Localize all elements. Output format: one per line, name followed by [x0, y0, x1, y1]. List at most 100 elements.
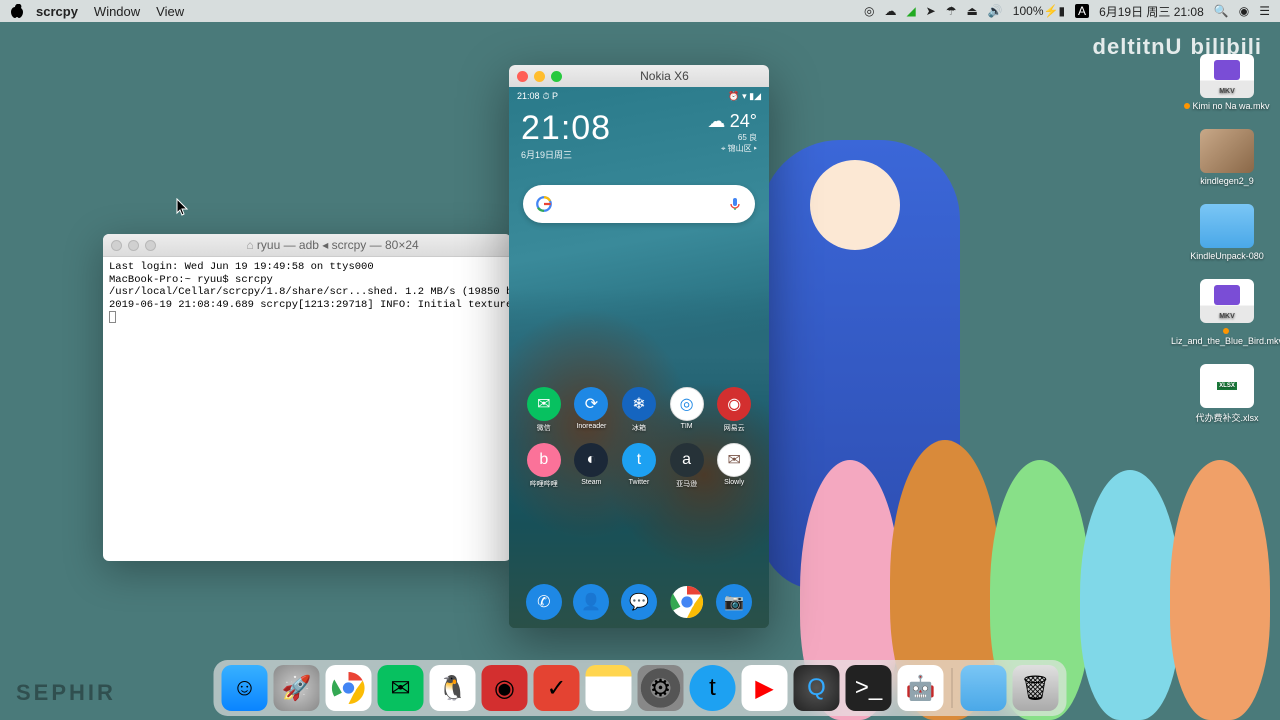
clock-widget[interactable]: 21:08 6月19日周三	[521, 109, 611, 161]
app-label: Inoreader	[576, 423, 606, 430]
scrcpy-title: Nokia X6	[568, 69, 761, 83]
app-label: TIM	[681, 423, 693, 430]
app-icon: ◎	[670, 387, 704, 421]
zoom-button[interactable]	[551, 71, 562, 82]
app-TIM[interactable]: ◎ TIM	[666, 387, 708, 433]
mouse-cursor	[176, 198, 190, 216]
app-label: 亚马逊	[676, 479, 697, 489]
app-icon: ✉	[527, 387, 561, 421]
clock[interactable]: 6月19日 周三 21:08	[1099, 3, 1204, 20]
siri-icon[interactable]: ◉	[1239, 4, 1249, 18]
chrome-app[interactable]	[669, 584, 705, 620]
desktop-icon-label: Liz_and_the_Blue_Bird.mkv	[1171, 326, 1280, 346]
contacts-app[interactable]: 👤	[573, 584, 609, 620]
eject-icon[interactable]: ⏏	[967, 4, 978, 18]
desktop-icon-label: Kimi no Na wa.mkv	[1184, 101, 1269, 111]
sync-icon[interactable]: ☁	[884, 4, 896, 18]
battery-status[interactable]: 100% ⚡▮	[1013, 4, 1065, 18]
watermark-bottom: SEPHIR	[16, 680, 116, 706]
app-icon: b	[527, 443, 561, 477]
weather-widget[interactable]: ☁ 24° 65 良 ⌖ 锦山区 ▸	[707, 111, 757, 154]
dock-finder[interactable]: ☺	[222, 665, 268, 711]
scrcpy-window[interactable]: Nokia X6 21:08⏱ P ⏰ ▾ ▮◢ 21:08 6月19日周三 ☁…	[509, 65, 769, 628]
terminal-body[interactable]: Last login: Wed Jun 19 19:49:58 on ttys0…	[103, 257, 511, 332]
dock-notes[interactable]	[586, 665, 632, 711]
menu-window[interactable]: Window	[94, 4, 140, 19]
folder-icon	[1200, 204, 1254, 248]
app-Steam[interactable]: ◐ Steam	[571, 443, 613, 489]
desktop-icon-label: 代办费补交.xlsx	[1195, 411, 1258, 424]
app-Inoreader[interactable]: ⟳Inoreader	[571, 387, 613, 433]
android-statusbar: 21:08⏱ P ⏰ ▾ ▮◢	[509, 87, 769, 105]
phone-screen[interactable]: 21:08⏱ P ⏰ ▾ ▮◢ 21:08 6月19日周三 ☁ 24° 65 良…	[509, 87, 769, 628]
app-哔哩哔哩[interactable]: b哔哩哔哩	[523, 443, 565, 489]
scrcpy-titlebar[interactable]: Nokia X6	[509, 65, 769, 87]
umbrella-icon[interactable]: ☂	[946, 4, 957, 18]
dock-trash[interactable]: 🗑	[1013, 665, 1059, 711]
app-icon: ❄	[622, 387, 656, 421]
dock-terminal[interactable]: >_	[846, 665, 892, 711]
apple-menu-icon[interactable]	[10, 4, 24, 18]
google-logo-icon	[535, 195, 553, 213]
dock-folder[interactable]	[961, 665, 1007, 711]
dock-twitter[interactable]: t	[690, 665, 736, 711]
desktop-icon-label: KindleUnpack-080	[1190, 251, 1264, 261]
dock-android[interactable]: 🤖	[898, 665, 944, 711]
close-button[interactable]	[517, 71, 528, 82]
close-button[interactable]	[111, 240, 122, 251]
location-icon[interactable]: ➤	[926, 4, 936, 18]
menubar: scrcpy Window View ◎ ☁ ◢ ➤ ☂ ⏏ 🔊 100% ⚡▮…	[0, 0, 1280, 22]
google-search-bar[interactable]	[523, 185, 755, 223]
network-icon[interactable]: ◢	[906, 4, 915, 18]
desktop-icon[interactable]: kindlegen2_9	[1182, 129, 1272, 186]
desktop-icon[interactable]: 代办费补交.xlsx	[1182, 364, 1272, 424]
app-icon: ✉	[717, 443, 751, 477]
app-网易云[interactable]: ◉网易云	[713, 387, 755, 433]
app-label: Slowly	[724, 479, 744, 486]
volume-icon[interactable]: 🔊	[988, 4, 1003, 18]
minimize-button[interactable]	[128, 240, 139, 251]
desktop-icons: Kimi no Na wa.mkv kindlegen2_9 KindleUnpac…	[1182, 54, 1272, 424]
desktop-icon[interactable]: Liz_and_the_Blue_Bird.mkv	[1182, 279, 1272, 346]
img-icon	[1200, 129, 1254, 173]
app-label: 冰箱	[632, 423, 646, 433]
mkv-icon	[1200, 279, 1254, 323]
input-source-icon[interactable]: A	[1075, 4, 1089, 18]
dock-wechat[interactable]: ✉	[378, 665, 424, 711]
desktop-icon[interactable]: KindleUnpack-080	[1182, 204, 1272, 261]
dock-todoist[interactable]: ✓	[534, 665, 580, 711]
minimize-button[interactable]	[534, 71, 545, 82]
spotlight-icon[interactable]: 🔍	[1214, 4, 1229, 18]
app-微信[interactable]: ✉ 微信	[523, 387, 565, 433]
notification-center-icon[interactable]: ☰	[1259, 4, 1270, 18]
dock-launchpad[interactable]: 🚀	[274, 665, 320, 711]
app-label: 微信	[537, 423, 551, 433]
app-Slowly[interactable]: ✉ Slowly	[713, 443, 755, 489]
messages-app[interactable]: 💬	[621, 584, 657, 620]
dock-quicktime[interactable]: Q	[794, 665, 840, 711]
terminal-window[interactable]: ⌂ ryuu — adb ◂ scrcpy — 80×24 Last login…	[103, 234, 511, 561]
app-亚马逊[interactable]: a亚马逊	[666, 443, 708, 489]
app-label: Steam	[581, 479, 601, 486]
dock-settings[interactable]: ⚙	[638, 665, 684, 711]
dock-chrome[interactable]	[326, 665, 372, 711]
menu-view[interactable]: View	[156, 4, 184, 19]
mic-icon[interactable]	[727, 196, 743, 212]
app-冰箱[interactable]: ❄ 冰箱	[618, 387, 660, 433]
phone-app[interactable]: ✆	[526, 584, 562, 620]
terminal-titlebar[interactable]: ⌂ ryuu — adb ◂ scrcpy — 80×24	[103, 234, 511, 257]
dock-qq[interactable]: 🐧	[430, 665, 476, 711]
screencast-icon[interactable]: ◎	[864, 4, 874, 18]
app-label: 网易云	[724, 423, 745, 433]
app-icon: ◐	[574, 443, 608, 477]
zoom-button[interactable]	[145, 240, 156, 251]
camera-app[interactable]: 📷	[716, 584, 752, 620]
app-Twitter[interactable]: tTwitter	[618, 443, 660, 489]
dock-youtube[interactable]: ▶	[742, 665, 788, 711]
weather-cloud-icon: ☁	[707, 111, 725, 131]
desktop-icon[interactable]: Kimi no Na wa.mkv	[1182, 54, 1272, 111]
active-app-name[interactable]: scrcpy	[36, 4, 78, 19]
android-dock: ✆ 👤 💬 📷	[523, 584, 755, 620]
xlsx-icon	[1200, 364, 1254, 408]
dock-netease[interactable]: ◉	[482, 665, 528, 711]
